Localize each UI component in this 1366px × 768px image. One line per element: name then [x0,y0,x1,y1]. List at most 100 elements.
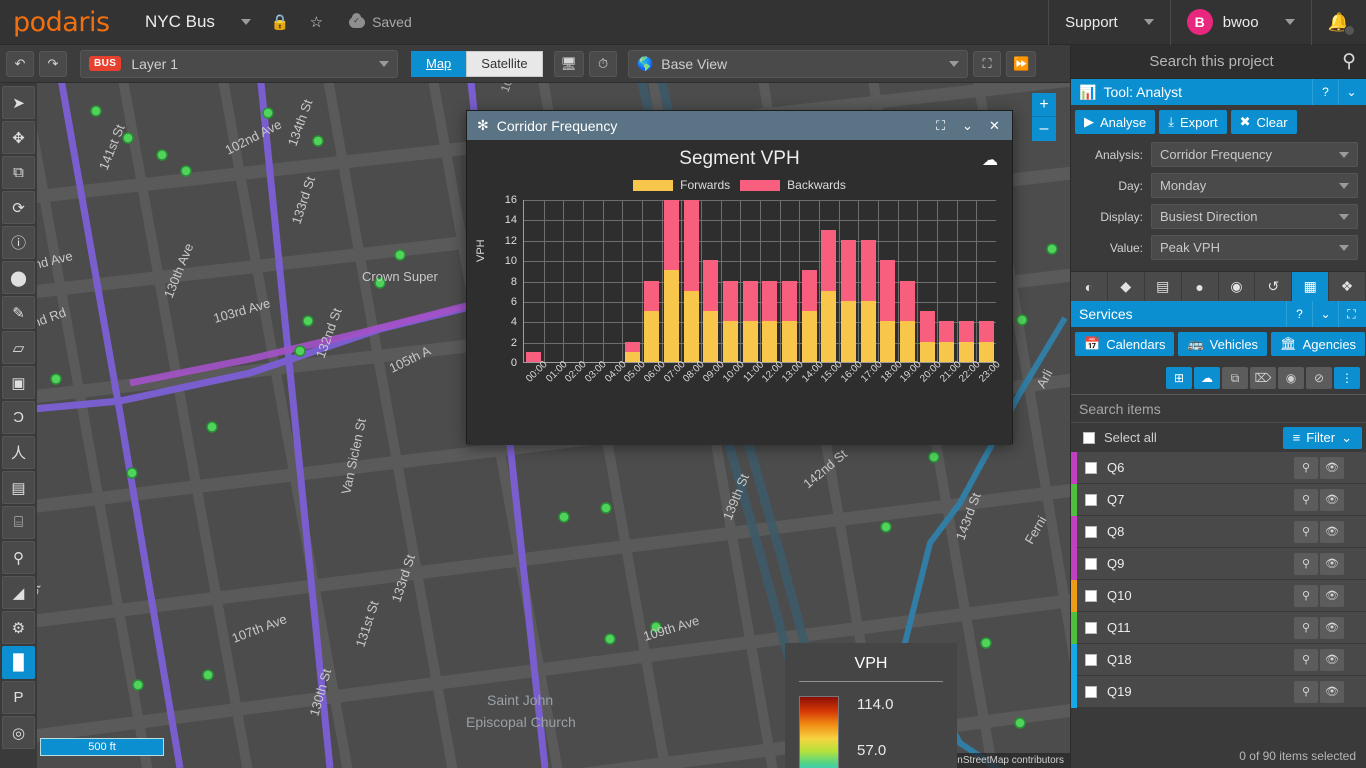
analyst-tool[interactable]: █ [2,646,35,679]
show-button[interactable]: ◉ [1278,367,1304,389]
magnify-icon[interactable]: ⚲ [1294,456,1318,479]
list-item[interactable]: Q18 ⚲ 👁 [1071,643,1366,676]
bar-column[interactable] [721,200,741,362]
tab-network[interactable]: ◐ [1071,272,1108,301]
help-icon[interactable]: ? [1286,301,1312,327]
tab-history[interactable]: ↺ [1255,272,1293,301]
attribution-contributors[interactable]: contributors [1012,755,1064,766]
item-checkbox[interactable] [1085,653,1097,666]
eye-icon[interactable]: 👁 [1320,584,1344,607]
eye-icon[interactable]: 👁 [1320,648,1344,671]
list-item[interactable]: Q6 ⚲ 👁 [1071,451,1366,484]
bar-column[interactable] [662,200,682,362]
bar-column[interactable] [917,200,937,362]
clear-button[interactable]: ✖ Clear [1230,110,1297,134]
pan-tool[interactable]: ✥ [2,121,35,154]
value-select[interactable]: Peak VPH [1151,235,1358,260]
import-button[interactable]: ☁ [1194,367,1220,389]
star-icon[interactable]: ☆ [310,15,323,30]
list-item[interactable]: Q10 ⚲ 👁 [1071,579,1366,612]
bar-column[interactable] [642,200,662,362]
bar-column[interactable] [957,200,977,362]
list-item[interactable]: Q11 ⚲ 👁 [1071,611,1366,644]
help-icon[interactable]: ? [1312,79,1338,105]
item-checkbox[interactable] [1085,525,1097,538]
tab-services[interactable]: ▦ [1292,272,1330,301]
item-checkbox[interactable] [1085,685,1097,698]
item-search[interactable] [1071,395,1366,423]
bar-column[interactable] [799,200,819,362]
bar-column[interactable] [622,200,642,362]
undo-button[interactable]: ↶ [6,50,34,77]
duplicate-tool[interactable]: ⧉ [2,156,35,189]
display-select[interactable]: Busiest Direction [1151,204,1358,229]
list-item[interactable]: Q9 ⚲ 👁 [1071,547,1366,580]
info-tool[interactable]: ⓘ [2,226,35,259]
bar-column[interactable] [563,200,583,362]
accessibility-tool[interactable]: Ɔ [2,401,35,434]
delete-button[interactable]: ⌦ [1250,367,1276,389]
parking-tool[interactable]: P [2,681,35,714]
bar-column[interactable] [878,200,898,362]
magnify-icon[interactable]: ⚲ [1294,552,1318,575]
app-logo[interactable]: podaris [0,7,140,38]
user-menu[interactable]: B bwoo [1169,0,1311,45]
camera-tool[interactable]: ◎ [2,716,35,749]
bar-column[interactable] [780,200,800,362]
magnify-icon[interactable]: ⚲ [1294,520,1318,543]
clock-icon[interactable]: ⏱ [589,50,618,77]
eye-icon[interactable]: 👁 [1320,552,1344,575]
transit-tool[interactable]: ▣ [2,366,35,399]
bar-column[interactable] [740,200,760,362]
lock-icon[interactable]: 🔒 [271,15,290,30]
notifications-button[interactable]: 🔔 [1310,0,1366,45]
tab-layers[interactable]: ◆ [1107,272,1145,301]
bar-column[interactable] [544,200,564,362]
item-checkbox[interactable] [1085,621,1097,634]
agencies-button[interactable]: 🏛 Agencies [1271,332,1366,356]
bar-column[interactable] [760,200,780,362]
day-select[interactable]: Monday [1151,173,1358,198]
satellite-toggle-button[interactable]: Satellite [466,50,543,77]
rotate-tool[interactable]: ⟳ [2,191,35,224]
popout-icon[interactable]: ⛶ [1338,301,1364,327]
item-checkbox[interactable] [1085,557,1097,570]
hide-button[interactable]: ⊘ [1306,367,1332,389]
legend-item-forwards[interactable]: Forwards [633,178,730,192]
item-checkbox[interactable] [1085,493,1097,506]
close-icon[interactable]: ✕ [981,112,1008,139]
magnify-icon[interactable]: ⚲ [1294,648,1318,671]
settings-tool[interactable]: ⚙ [2,611,35,644]
chart-window-titlebar[interactable]: ✻ Corridor Frequency ⛶ ⌄ ✕ [467,111,1012,140]
analysis-select[interactable]: Corridor Frequency [1151,142,1358,167]
item-checkbox[interactable] [1085,589,1097,602]
select-all-checkbox[interactable] [1083,431,1095,444]
pedestrian-tool[interactable]: 人 [2,436,35,469]
chevron-down-icon[interactable]: ⌄ [954,112,981,139]
chevron-down-icon[interactable]: ⌄ [1312,301,1338,327]
pencil-tool[interactable]: ✎ [2,296,35,329]
zoom-out-button[interactable]: – [1032,117,1056,141]
eye-icon[interactable]: 👁 [1320,488,1344,511]
comment-tool[interactable]: ▤ [2,471,35,504]
bar-column[interactable] [524,200,544,362]
item-checkbox[interactable] [1085,461,1097,474]
bar-column[interactable] [937,200,957,362]
select-tool[interactable]: ➤ [2,86,35,119]
tab-people[interactable]: ● [1181,272,1219,301]
fast-forward-icon[interactable]: ⏩ [1006,50,1037,77]
bar-column[interactable] [819,200,839,362]
calendars-button[interactable]: 📅 Calendars [1075,332,1175,356]
corridor-frequency-window[interactable]: ✻ Corridor Frequency ⛶ ⌄ ✕ Segment VPH ☁… [466,110,1013,445]
add-item-button[interactable]: ⊞ [1166,367,1192,389]
tab-comments[interactable]: ▤ [1144,272,1182,301]
project-search[interactable]: ⚲ [1071,45,1366,79]
eye-icon[interactable]: 👁 [1320,520,1344,543]
analyse-button[interactable]: ▶ Analyse [1075,110,1156,134]
zoom-in-button[interactable]: + [1032,93,1056,117]
magnify-icon[interactable]: ⚲ [1294,616,1318,639]
vehicles-button[interactable]: 🚌 Vehicles [1178,332,1268,356]
tab-plugins[interactable]: ❖ [1329,272,1366,301]
layer-select[interactable]: BUS Layer 1 [80,49,398,78]
eye-icon[interactable]: 👁 [1320,616,1344,639]
